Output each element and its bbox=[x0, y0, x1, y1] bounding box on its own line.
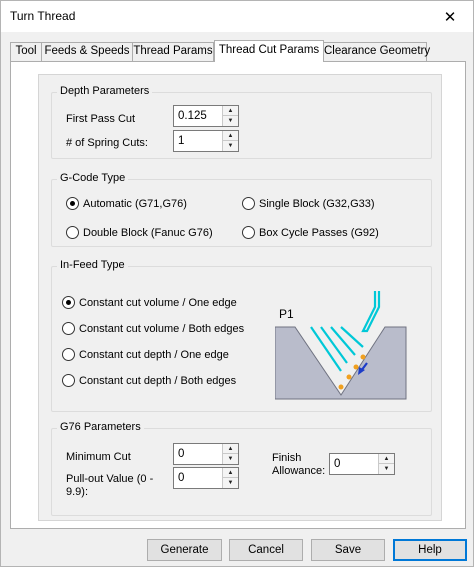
first-pass-label: First Pass Cut bbox=[66, 113, 136, 125]
radio-icon bbox=[62, 374, 75, 387]
spring-cuts-label: # of Spring Cuts: bbox=[66, 137, 148, 149]
gcode-radio-box-cycle[interactable]: Box Cycle Passes (G92) bbox=[242, 226, 379, 239]
save-button[interactable]: Save bbox=[311, 539, 385, 561]
finish-allowance-input[interactable] bbox=[332, 455, 378, 473]
depth-parameters-group: Depth Parameters First Pass Cut ▲ ▼ # of… bbox=[51, 85, 432, 159]
radio-selected-icon bbox=[62, 296, 75, 309]
radio-icon bbox=[62, 322, 75, 335]
first-pass-input[interactable] bbox=[176, 107, 222, 125]
gcode-radio-double-block[interactable]: Double Block (Fanuc G76) bbox=[66, 226, 213, 239]
spin-up-icon[interactable]: ▲ bbox=[223, 444, 238, 454]
g76-parameters-group: G76 Parameters Minimum Cut ▲ ▼ Pull-out … bbox=[51, 421, 432, 516]
title-bar: Turn Thread ✕ bbox=[1, 1, 473, 32]
radio-icon bbox=[242, 226, 255, 239]
finish-allowance-label-cont: Allowance: bbox=[272, 465, 326, 477]
minimum-cut-label: Minimum Cut bbox=[66, 451, 131, 463]
finish-allowance-label: Finish bbox=[272, 452, 302, 464]
tab-thread-params[interactable]: Thread Params bbox=[132, 42, 214, 61]
group-title: G-Code Type bbox=[57, 172, 129, 184]
spring-cuts-input[interactable] bbox=[176, 132, 222, 150]
gcode-radio-single-block[interactable]: Single Block (G32,G33) bbox=[242, 197, 375, 210]
finish-allowance-stepper[interactable]: ▲ ▼ bbox=[329, 453, 395, 475]
group-title: G76 Parameters bbox=[57, 421, 144, 433]
spin-down-icon[interactable]: ▼ bbox=[223, 141, 238, 151]
radio-icon bbox=[242, 197, 255, 210]
spin-up-icon[interactable]: ▲ bbox=[223, 468, 238, 478]
pullout-label: Pull-out Value (0 - bbox=[66, 473, 154, 485]
infeed-type-group: In-Feed Type Constant cut volume / One e… bbox=[51, 259, 432, 412]
gcode-radio-automatic[interactable]: Automatic (G71,G76) bbox=[66, 197, 187, 210]
radio-icon bbox=[62, 348, 75, 361]
cancel-button[interactable]: Cancel bbox=[229, 539, 303, 561]
infeed-radio-depth-both-edges[interactable]: Constant cut depth / Both edges bbox=[62, 374, 236, 387]
spin-up-icon[interactable]: ▲ bbox=[379, 454, 394, 464]
help-button[interactable]: Help bbox=[393, 539, 467, 561]
generate-button[interactable]: Generate bbox=[147, 539, 222, 561]
gcode-type-group: G-Code Type Automatic (G71,G76) Single B… bbox=[51, 172, 432, 247]
spin-down-icon[interactable]: ▼ bbox=[223, 454, 238, 464]
spin-down-icon[interactable]: ▼ bbox=[223, 478, 238, 488]
tab-feeds-speeds[interactable]: Feeds & Speeds bbox=[41, 42, 133, 61]
close-icon[interactable]: ✕ bbox=[427, 1, 473, 32]
spin-down-icon[interactable]: ▼ bbox=[379, 464, 394, 474]
tab-tool[interactable]: Tool bbox=[10, 42, 42, 61]
spin-up-icon[interactable]: ▲ bbox=[223, 131, 238, 141]
radio-icon bbox=[66, 226, 79, 239]
pullout-label-cont: 9.9): bbox=[66, 486, 89, 498]
spring-cuts-stepper[interactable]: ▲ ▼ bbox=[173, 130, 239, 152]
first-pass-stepper[interactable]: ▲ ▼ bbox=[173, 105, 239, 127]
tab-thread-cut-params[interactable]: Thread Cut Params bbox=[214, 40, 324, 62]
params-frame: Depth Parameters First Pass Cut ▲ ▼ # of… bbox=[38, 74, 442, 521]
infeed-radio-volume-one-edge[interactable]: Constant cut volume / One edge bbox=[62, 296, 237, 309]
spin-down-icon[interactable]: ▼ bbox=[223, 116, 238, 126]
group-title: Depth Parameters bbox=[57, 85, 153, 97]
infeed-diagram bbox=[275, 291, 407, 400]
minimum-cut-stepper[interactable]: ▲ ▼ bbox=[173, 443, 239, 465]
turn-thread-dialog: Turn Thread ✕ Tool Feeds & Speeds Thread… bbox=[0, 0, 474, 567]
tab-panel: Depth Parameters First Pass Cut ▲ ▼ # of… bbox=[10, 61, 466, 529]
infeed-radio-volume-both-edges[interactable]: Constant cut volume / Both edges bbox=[62, 322, 244, 335]
infeed-radio-depth-one-edge[interactable]: Constant cut depth / One edge bbox=[62, 348, 229, 361]
radio-selected-icon bbox=[66, 197, 79, 210]
pullout-stepper[interactable]: ▲ ▼ bbox=[173, 467, 239, 489]
group-title: In-Feed Type bbox=[57, 259, 128, 271]
pullout-input[interactable] bbox=[176, 469, 222, 487]
tab-clearance-geometry[interactable]: Clearance Geometry bbox=[323, 42, 430, 61]
window-title: Turn Thread bbox=[10, 9, 76, 23]
spin-up-icon[interactable]: ▲ bbox=[223, 106, 238, 116]
minimum-cut-input[interactable] bbox=[176, 445, 222, 463]
